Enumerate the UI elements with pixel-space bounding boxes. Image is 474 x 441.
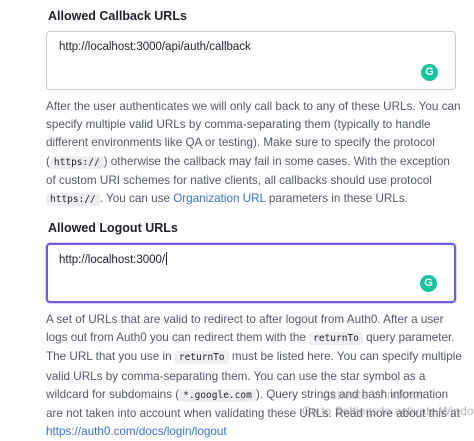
logout-urls-value[interactable]: http://localhost:3000/ (59, 252, 168, 266)
help-text: ) otherwise the callback may fail in som… (46, 154, 450, 187)
watermark-title: Activate Windows (322, 387, 425, 402)
grammarly-icon[interactable]: G (421, 64, 438, 81)
help-text: . You can use (99, 192, 170, 206)
logout-urls-input[interactable]: http://localhost:3000/ G (46, 243, 456, 303)
logout-urls-text: http://localhost:3000/ (59, 254, 166, 266)
callback-urls-help: After the user authenticates we will onl… (46, 98, 462, 209)
callback-urls-value[interactable]: http://localhost:3000/api/auth/callback (59, 41, 251, 53)
callback-urls-input[interactable]: http://localhost:3000/api/auth/callback … (46, 31, 456, 90)
protocol-code: https:// (46, 193, 100, 207)
return-to-code: returnTo (309, 332, 363, 346)
organization-url-link[interactable]: Organization URL (173, 192, 265, 205)
logout-docs-link[interactable]: https://auth0.com/docs/login/logout (46, 425, 227, 438)
logout-urls-label: Allowed Logout URLs (48, 221, 178, 235)
watermark-subtitle: Go to Settings to activate Windows. (302, 404, 474, 418)
protocol-code: https:// (49, 155, 104, 169)
activate-windows-watermark: Activate Windows Go to Settings to activ… (302, 387, 474, 418)
help-text: parameters in these URLs. (268, 192, 408, 206)
text-caret (166, 252, 168, 265)
logout-urls-help: A set of URLs that are valid to redirect… (46, 311, 462, 441)
grammarly-icon[interactable]: G (420, 275, 437, 292)
wildcard-code: *.google.com (179, 388, 256, 402)
callback-urls-label: Allowed Callback URLs (48, 9, 187, 23)
return-to-code: returnTo (174, 351, 229, 365)
